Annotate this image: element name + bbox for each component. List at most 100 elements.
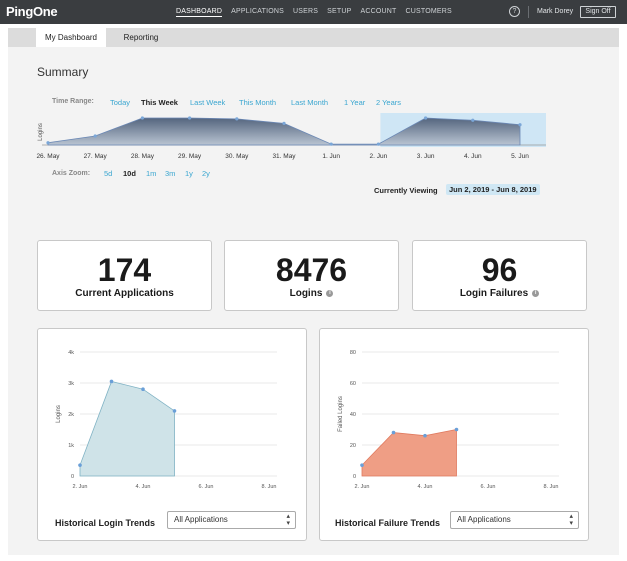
data-point	[454, 427, 459, 432]
failure-app-select-value: All Applications	[457, 515, 511, 524]
data-point	[360, 463, 364, 467]
y-tick-label: 4k	[68, 350, 74, 356]
range-1-year[interactable]: 1 Year	[344, 98, 365, 107]
tab-bar: My Dashboard Reporting	[8, 28, 619, 47]
data-point	[172, 409, 177, 413]
currently-viewing-label: Currently Viewing	[374, 186, 438, 195]
y-tick-label: 0	[353, 474, 356, 480]
x-tick-label: 4. Jun	[136, 484, 151, 490]
navigator-tick-label: 4. Jun	[464, 153, 482, 160]
x-tick-label: 2. Jun	[73, 484, 88, 490]
login-app-select-value: All Applications	[174, 515, 228, 524]
failure-trends-chart: 0 20 40 60 80 2. Jun 4. Jun 6. Jun 8. Jun Failed …	[338, 350, 559, 490]
pingone-logo[interactable]: PingOne	[6, 4, 58, 19]
failure-trends-title: Historical Failure Trends	[335, 518, 441, 528]
zoom-2y[interactable]: 2y	[202, 169, 210, 178]
x-tick-label: 8. Jun	[262, 484, 277, 490]
navigator-tick-label: 2. Jun	[370, 153, 388, 160]
navigator-point	[518, 123, 522, 127]
stat-card-applications: 174 Current Applications	[37, 240, 212, 311]
data-point	[78, 463, 82, 467]
nav-users[interactable]: USERS	[293, 8, 318, 17]
navigator-tick-label: 5. Jun	[511, 153, 529, 160]
tab-my-dashboard[interactable]: My Dashboard	[36, 28, 106, 47]
zoom-1m[interactable]: 1m	[146, 169, 156, 178]
x-tick-label: 8. Jun	[544, 484, 559, 490]
tab-reporting[interactable]: Reporting	[106, 28, 176, 47]
data-point	[423, 433, 427, 438]
y-tick-label: 2k	[68, 412, 74, 418]
main-nav: DASHBOARD APPLICATIONS USERS SETUP ACCOU…	[176, 8, 461, 17]
login-navigator-chart[interactable]: 26. May 27. May 28. May 29. May 30. May 31. M…	[34, 110, 554, 162]
y-tick-label: 60	[350, 381, 356, 387]
range-this-week[interactable]: This Week	[141, 98, 178, 107]
stat-card-logins: 8476 Logins i	[224, 240, 399, 311]
navigator-point	[329, 142, 333, 146]
navigator-point	[376, 142, 380, 146]
range-last-week[interactable]: Last Week	[190, 98, 225, 107]
navigator-point	[282, 121, 286, 125]
data-point	[109, 379, 114, 384]
data-point	[141, 387, 145, 391]
help-icon[interactable]: ?	[509, 6, 520, 17]
zoom-3m[interactable]: 3m	[165, 169, 175, 178]
range-last-month[interactable]: Last Month	[291, 98, 328, 107]
navigator-tick-label: 27. May	[84, 153, 108, 160]
x-tick-label: 4. Jun	[418, 484, 433, 490]
navigator-point	[46, 141, 50, 145]
navigator-tick-label: 28. May	[131, 153, 155, 160]
y-tick-label: 20	[350, 443, 356, 449]
nav-customers[interactable]: CUSTOMERS	[405, 8, 451, 17]
failure-trends-card: 0 20 40 60 80 2. Jun 4. Jun 6. Jun 8. Jun Failed …	[319, 328, 589, 541]
info-icon[interactable]: i	[326, 289, 334, 297]
logins-label: Logins	[289, 288, 323, 299]
range-today[interactable]: Today	[110, 98, 130, 107]
navigator-point	[188, 116, 192, 120]
info-icon[interactable]: i	[532, 289, 540, 297]
failures-label-wrap: Login Failures i	[413, 288, 586, 299]
currently-viewing-value: Jun 2, 2019 - Jun 8, 2019	[446, 184, 540, 195]
navigator-point	[471, 118, 475, 122]
navigator-tick-label: 3. Jun	[417, 153, 435, 160]
y-tick-label: 40	[350, 412, 356, 418]
series-area	[79, 380, 175, 477]
applications-label: Current Applications	[75, 288, 174, 299]
range-2-years[interactable]: 2 Years	[376, 98, 401, 107]
select-arrows-icon: ▴ ▾	[569, 513, 573, 527]
navigator-point	[93, 134, 97, 138]
x-tick-label: 6. Jun	[481, 484, 496, 490]
x-tick-label: 2. Jun	[355, 484, 370, 490]
y-tick-label: 3k	[68, 381, 74, 387]
navigator-tick-label: 31. May	[272, 153, 296, 160]
zoom-1y[interactable]: 1y	[185, 169, 193, 178]
top-navigation-bar: PingOne DASHBOARD APPLICATIONS USERS SET…	[0, 0, 627, 24]
user-name[interactable]: Mark Dorey	[537, 8, 573, 15]
nav-account[interactable]: ACCOUNT	[360, 8, 396, 17]
applications-count: 174	[97, 252, 152, 288]
data-point	[391, 430, 396, 435]
navigator-point	[235, 117, 239, 121]
failures-count: 96	[481, 252, 518, 288]
login-trends-chart: 0 1k 2k 3k 4k 2. Jun 4. Jun 6. Jun 8. Jun Logins	[56, 350, 277, 490]
sign-off-button[interactable]: Sign Off	[580, 6, 616, 18]
nav-dashboard[interactable]: DASHBOARD	[176, 8, 223, 17]
login-trends-title: Historical Login Trends	[55, 518, 156, 528]
zoom-5d[interactable]: 5d	[104, 169, 112, 178]
zoom-10d[interactable]: 10d	[123, 169, 136, 178]
y-tick-label: 0	[71, 474, 74, 480]
login-trends-card: 0 1k 2k 3k 4k 2. Jun 4. Jun 6. Jun 8. Jun Logins …	[37, 328, 307, 541]
range-this-month[interactable]: This Month	[239, 98, 276, 107]
navigator-tick-label: 29. May	[178, 153, 202, 160]
login-app-select[interactable]: All Applications ▴ ▾	[167, 511, 296, 529]
y-tick-label: 80	[350, 350, 356, 356]
x-tick-label: 6. Jun	[199, 484, 214, 490]
nav-applications[interactable]: APPLICATIONS	[231, 8, 284, 17]
series-area	[361, 429, 457, 477]
nav-setup[interactable]: SETUP	[327, 8, 351, 17]
stat-card-failures: 96 Login Failures i	[412, 240, 587, 311]
failure-app-select[interactable]: All Applications ▴ ▾	[450, 511, 579, 529]
time-range-label: Time Range:	[52, 98, 94, 105]
summary-title: Summary	[37, 65, 89, 79]
y-axis-label: Logins	[56, 405, 62, 423]
navigator-tick-label: 1. Jun	[322, 153, 340, 160]
